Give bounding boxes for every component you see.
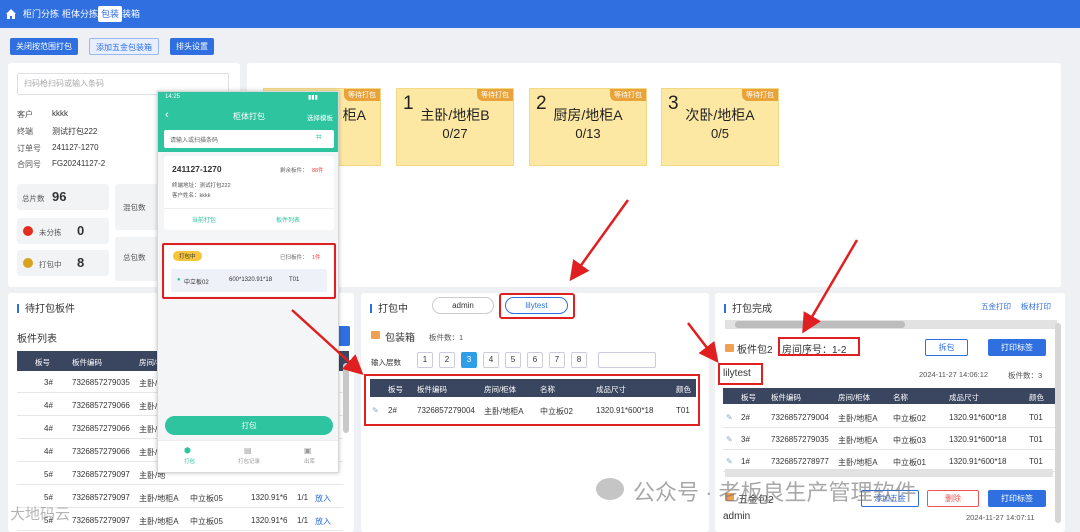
arrow	[687, 322, 719, 363]
watermark-left: 大地码云	[10, 506, 71, 523]
annotation-arrows	[291, 199, 859, 376]
arrow	[291, 309, 364, 376]
wechat-icon	[596, 478, 624, 500]
watermark-right: 公众号 · 老板良生产管理软件	[633, 480, 917, 505]
arrow	[569, 199, 630, 282]
arrow	[802, 239, 859, 334]
